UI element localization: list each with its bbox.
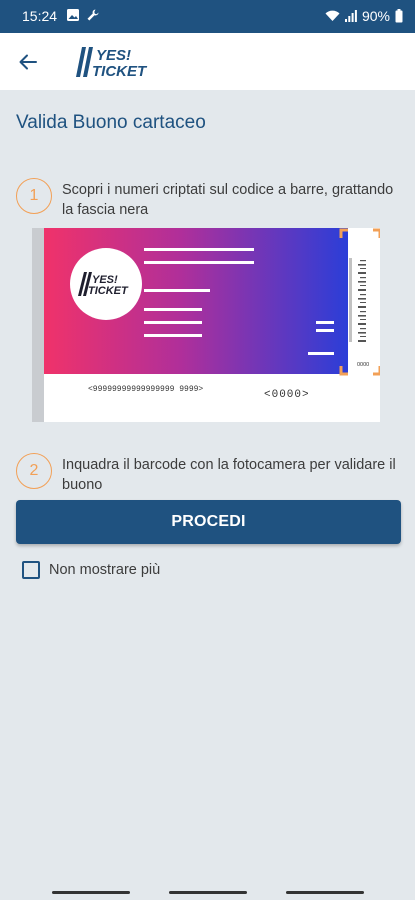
arrow-left-icon xyxy=(19,54,37,70)
wifi-icon xyxy=(325,10,340,21)
step-2-text: Inquadra il barcode con la fotocamera pe… xyxy=(62,457,396,493)
page-title: Valida Buono cartaceo xyxy=(16,112,206,133)
status-bar: 15:24 90% xyxy=(0,0,415,33)
step-1-number: 1 xyxy=(16,178,52,214)
battery-percent: 90% xyxy=(361,8,390,24)
signal-icon xyxy=(344,10,357,22)
nav-home-button[interactable] xyxy=(169,891,247,894)
ticket-illustration: YES! TICKET 0000 <99999999999999999 9999… xyxy=(32,228,380,422)
battery-icon xyxy=(395,9,403,23)
yes-ticket-logo: YES! TICKET xyxy=(76,47,148,79)
wrench-icon xyxy=(87,9,99,21)
status-icons-left xyxy=(66,8,100,22)
svg-text:<99999999999999999 9999>: <99999999999999999 9999> xyxy=(88,385,203,394)
procedi-button[interactable]: PROCEDI xyxy=(16,500,401,544)
step-2: 2 Inquadra il barcode con la fotocamera … xyxy=(16,453,401,497)
status-time: 15:24 xyxy=(22,8,58,24)
svg-text:<0000>: <0000> xyxy=(264,389,310,401)
status-icons-right: 90% xyxy=(325,8,403,24)
nav-back-button[interactable] xyxy=(286,891,364,894)
dont-show-again-row[interactable]: Non mostrare più xyxy=(22,561,160,579)
step-1-text: Scopri i numeri criptati sul codice a ba… xyxy=(62,182,394,218)
step-2-number: 2 xyxy=(16,453,52,489)
image-icon xyxy=(67,9,79,21)
step-1: 1 Scopri i numeri criptati sul codice a … xyxy=(16,178,401,222)
app-bar: YES! TICKET xyxy=(0,33,415,90)
dont-show-again-label: Non mostrare più xyxy=(49,562,161,578)
nav-recent-button[interactable] xyxy=(52,891,130,894)
svg-text:YES!: YES! xyxy=(96,47,131,64)
system-nav-bar xyxy=(0,884,415,900)
dont-show-again-checkbox[interactable] xyxy=(22,561,40,579)
back-button[interactable] xyxy=(14,49,42,75)
svg-text:TICKET: TICKET xyxy=(88,285,129,297)
svg-text:0000: 0000 xyxy=(357,362,369,368)
svg-text:TICKET: TICKET xyxy=(92,63,148,79)
